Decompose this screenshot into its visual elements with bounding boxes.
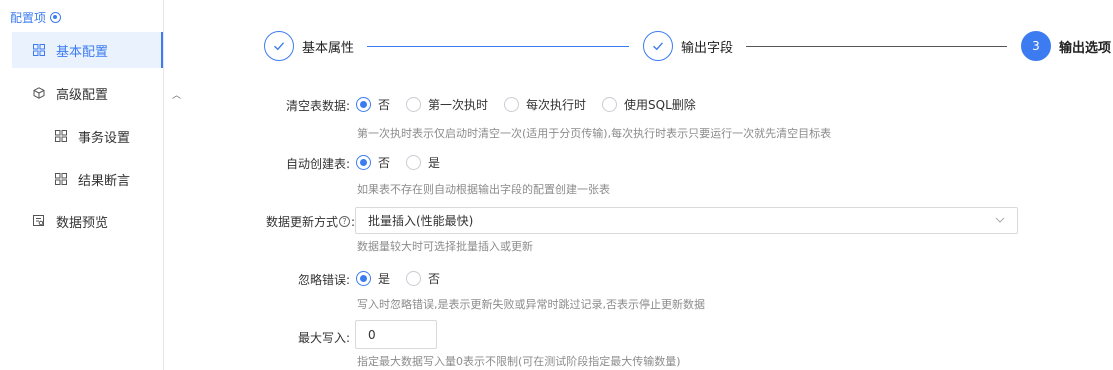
clear-table-hint: 第一次执时表示仅启动时清空一次(适用于分页传输),每次执行时表示只要运行一次就先… xyxy=(357,127,832,140)
sidebar-item-result-assertion[interactable]: 结果断言 xyxy=(54,171,131,189)
radio-label: 是 xyxy=(428,156,441,170)
grid-icon xyxy=(32,43,46,57)
sidebar-item-label: 数据预览 xyxy=(56,215,109,231)
radio-unchecked-icon[interactable] xyxy=(406,155,422,170)
max-write-hint: 指定最大数据写入量0表示不限制(可在测试阶段指定最大传输数量) xyxy=(357,355,681,368)
ignore-errors-label: 忽略错误: xyxy=(297,273,350,287)
ignore-errors-hint: 写入时忽略错误,是表示更新失败或异常时跳过记录,否表示停止更新数据 xyxy=(357,298,705,311)
grid-icon xyxy=(54,172,68,186)
cube-icon xyxy=(32,86,46,100)
step-connector xyxy=(367,46,629,47)
radio-label: 否 xyxy=(428,272,441,286)
radio-unchecked-icon[interactable] xyxy=(504,97,520,112)
step-connector xyxy=(746,46,1007,47)
step-title: 输出选项 xyxy=(1059,40,1112,56)
update-mode-value: 批量插入(性能最快) xyxy=(368,214,474,228)
radio-label: 否 xyxy=(378,98,391,112)
chevron-down-icon xyxy=(995,217,1005,223)
sidebar-header-label: 配置项 xyxy=(10,11,47,25)
step-output-options[interactable]: 3 输出选项 xyxy=(1021,31,1111,61)
radio-option[interactable]: 是 xyxy=(356,270,390,287)
radio-option[interactable]: 否 xyxy=(356,96,390,113)
radio-label: 第一次执时 xyxy=(428,98,489,112)
max-write-label: 最大写入: xyxy=(297,331,350,345)
radio-label: 是 xyxy=(378,272,391,286)
update-mode-hint: 数据量较大时可选择批量插入或更新 xyxy=(357,240,533,253)
step-basic-properties[interactable]: 基本属性 xyxy=(264,31,354,61)
sidebar-item-advanced-config[interactable]: 高级配置 ︿ xyxy=(32,85,181,103)
sidebar-item-label: 高级配置 xyxy=(56,87,109,103)
radio-option[interactable]: 每次执行时 xyxy=(504,96,586,113)
update-mode-select[interactable]: 批量插入(性能最快) xyxy=(355,207,1018,234)
sidebar-item-label: 基本配置 xyxy=(56,44,109,60)
update-mode-label: 数据更新方式 xyxy=(266,215,339,229)
radio-checked-icon[interactable] xyxy=(356,155,371,170)
grid-icon xyxy=(54,129,68,143)
radio-label: 否 xyxy=(378,156,391,170)
radio-label: 使用SQL删除 xyxy=(624,98,696,112)
sidebar-item-transaction[interactable]: 事务设置 xyxy=(54,128,131,146)
radio-label: 每次执行时 xyxy=(526,98,587,112)
auto-create-radio-group: 否 是 xyxy=(356,154,456,171)
help-icon[interactable]: ? xyxy=(339,216,351,227)
radio-option[interactable]: 否 xyxy=(406,270,440,287)
chevron-up-icon[interactable]: ︿ xyxy=(172,88,181,101)
radio-checked-icon[interactable] xyxy=(356,271,371,286)
ignore-errors-radio-group: 是 否 xyxy=(356,270,456,287)
sidebar-item-data-preview[interactable]: 数据预览 xyxy=(32,213,109,231)
radio-checked-icon[interactable] xyxy=(356,97,371,112)
sidebar-item-label: 事务设置 xyxy=(78,130,131,146)
radio-option[interactable]: 是 xyxy=(406,154,440,171)
update-mode-label-group: 数据更新方式 ? : xyxy=(266,213,355,230)
step-output-fields[interactable]: 输出字段 xyxy=(643,31,733,61)
step-title: 输出字段 xyxy=(681,40,734,56)
radio-unchecked-icon[interactable] xyxy=(406,97,422,112)
check-icon xyxy=(264,31,294,61)
max-write-input[interactable]: 0 xyxy=(355,320,437,349)
clear-table-label: 清空表数据: xyxy=(286,99,351,113)
sidebar: 配置项 基本配置 高级配置 ︿ 事务设置 结果断言 数据预览 xyxy=(0,0,181,370)
step-number-badge: 3 xyxy=(1021,31,1051,61)
max-write-value: 0 xyxy=(368,327,376,342)
auto-create-hint: 如果表不存在则自动根据输出字段的配置创建一张表 xyxy=(357,183,610,196)
clear-table-radio-group: 否 第一次执时 每次执行时 使用SQL删除 xyxy=(356,96,712,113)
radio-option[interactable]: 否 xyxy=(356,154,390,171)
auto-create-label: 自动创建表: xyxy=(286,157,351,171)
radio-unchecked-icon[interactable] xyxy=(602,97,618,112)
radio-option[interactable]: 使用SQL删除 xyxy=(602,96,696,113)
sidebar-item-label: 结果断言 xyxy=(78,173,131,189)
check-icon xyxy=(643,31,673,61)
radio-option[interactable]: 第一次执时 xyxy=(406,96,488,113)
sidebar-item-basic-config[interactable]: 基本配置 xyxy=(12,32,163,68)
step-title: 基本属性 xyxy=(302,40,355,56)
radio-unchecked-icon[interactable] xyxy=(406,271,422,286)
sidebar-header: 配置项 xyxy=(10,9,62,26)
preview-icon xyxy=(32,214,46,228)
target-icon xyxy=(50,12,62,23)
